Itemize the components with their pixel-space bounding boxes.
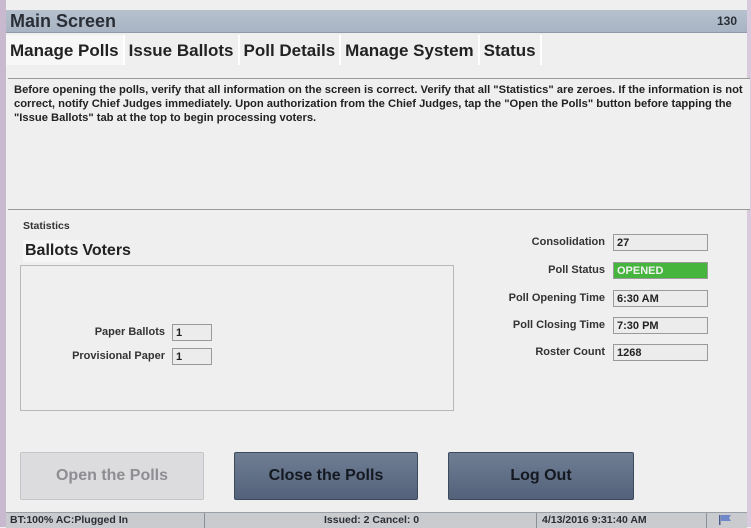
log-out-button[interactable]: Log Out: [448, 452, 634, 500]
provisional-paper-field: 1: [172, 348, 212, 365]
status-divider: [536, 513, 537, 528]
date-time: 4/13/2016 9:31:40 AM: [542, 514, 647, 526]
status-divider: [204, 513, 205, 528]
roster-count-label: Roster Count: [535, 346, 605, 358]
poll-status-label: Poll Status: [548, 264, 605, 276]
paper-ballots-label: Paper Ballots: [94, 326, 165, 338]
status-bar: BT:100% AC:Plugged In Issued: 2 Cancel: …: [6, 512, 747, 528]
screen-number: 130: [716, 14, 737, 28]
status-divider: [706, 513, 707, 528]
statistics-subtabs: Ballots Voters: [23, 240, 133, 262]
tab-poll-details[interactable]: Poll Details: [240, 35, 342, 65]
tab-status[interactable]: Status: [480, 35, 542, 65]
statistics-label: Statistics: [23, 220, 70, 232]
close-polls-button[interactable]: Close the Polls: [234, 452, 418, 500]
tab-manage-polls[interactable]: Manage Polls: [6, 35, 125, 65]
consolidation-label: Consolidation: [531, 236, 605, 248]
provisional-paper-label: Provisional Paper: [72, 350, 165, 362]
subtab-voters[interactable]: Voters: [80, 240, 133, 262]
poll-opening-time-field: 6:30 AM: [613, 290, 708, 307]
screen-bezel-left: [0, 0, 6, 527]
poll-closing-time-label: Poll Closing Time: [512, 319, 605, 331]
main-tabs: Manage Polls Issue Ballots Poll Details …: [6, 35, 542, 65]
poll-status-field: OPENED: [613, 262, 708, 279]
open-polls-button[interactable]: Open the Polls: [20, 452, 204, 500]
window-title: Main Screen: [10, 11, 117, 31]
paper-ballots-field: 1: [172, 324, 212, 341]
ballots-panel: [20, 265, 454, 411]
consolidation-field: 27: [613, 234, 708, 251]
roster-count-field: 1268: [613, 344, 708, 361]
poll-opening-time-label: Poll Opening Time: [508, 292, 605, 304]
subtab-ballots[interactable]: Ballots: [23, 240, 81, 262]
issued-cancel-count: Issued: 2 Cancel: 0: [324, 514, 420, 526]
poll-closing-time-field: 7:30 PM: [613, 317, 708, 334]
instructions-text: Before opening the polls, verify that al…: [8, 78, 750, 210]
power-status: BT:100% AC:Plugged In: [10, 514, 129, 526]
title-bar: Main Screen 130: [6, 10, 747, 33]
tab-manage-system[interactable]: Manage System: [341, 35, 480, 65]
tab-issue-ballots[interactable]: Issue Ballots: [125, 35, 240, 65]
flag-icon: [718, 514, 740, 526]
